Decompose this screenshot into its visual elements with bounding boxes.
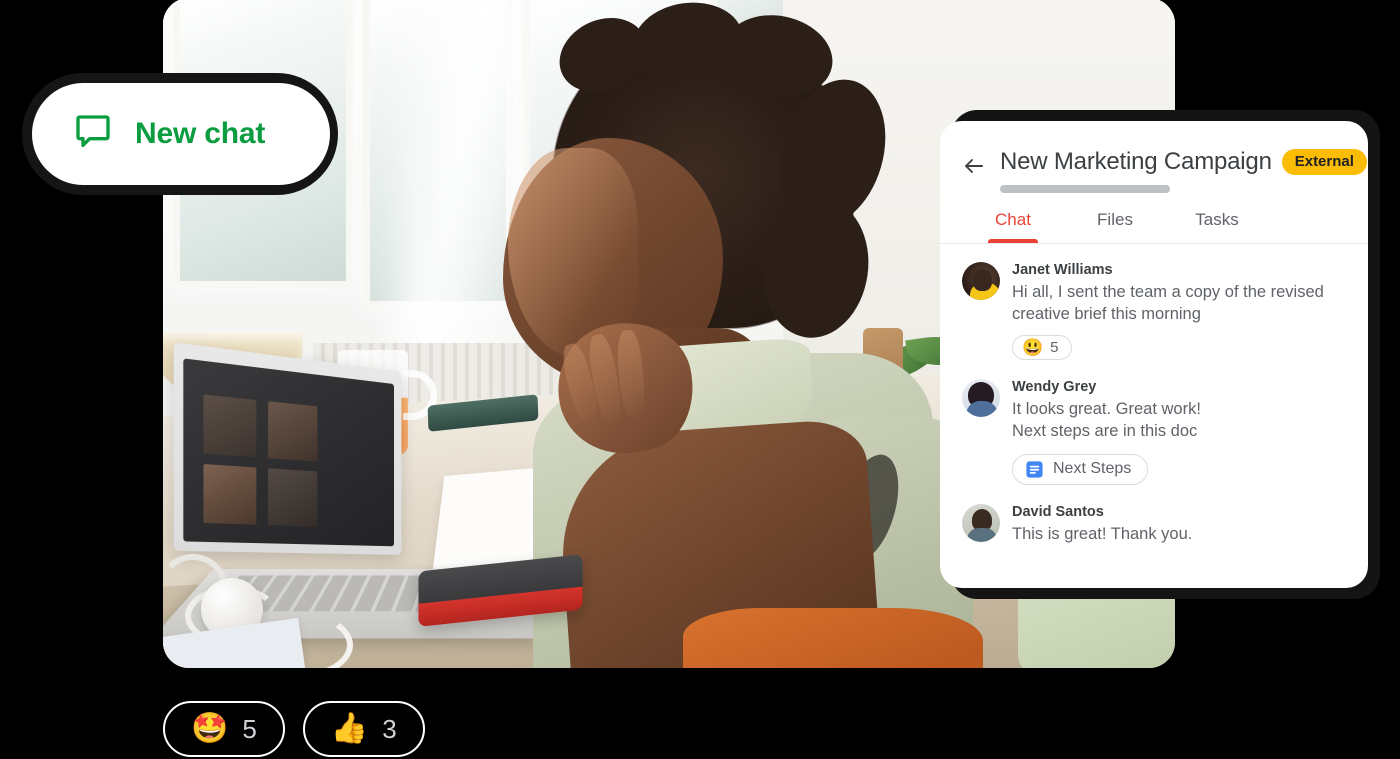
person-pants: [683, 608, 983, 668]
laptop-screen: [173, 342, 402, 555]
message-body: Wendy Grey It looks great. Great work! N…: [1012, 379, 1346, 485]
message-text: It looks great. Great work! Next steps a…: [1012, 399, 1201, 441]
reaction-count: 3: [382, 713, 397, 744]
avatar: [962, 503, 1000, 542]
subtitle-placeholder-bar: [1000, 185, 1170, 193]
video-call-tile: [268, 401, 318, 462]
video-call-tile: [268, 468, 318, 527]
video-call-tile: [203, 394, 257, 458]
reaction-count: 5: [1050, 338, 1059, 356]
avatar: [962, 378, 1000, 417]
google-docs-icon: [1025, 460, 1044, 479]
message-author: David Santos: [1012, 503, 1104, 520]
reaction-pill-thumbs-up[interactable]: 👍 3: [302, 701, 425, 757]
message-body: Janet Williams Hi all, I sent the team a…: [1012, 262, 1346, 360]
grinning-face-emoji: 😃: [1022, 337, 1044, 357]
message-author: Wendy Grey: [1012, 378, 1097, 395]
page-title: New Marketing Campaign: [1000, 148, 1272, 175]
new-chat-button[interactable]: New chat: [32, 83, 330, 185]
tab-files[interactable]: Files: [1064, 210, 1166, 243]
message-item: Wendy Grey It looks great. Great work! N…: [962, 378, 1346, 485]
chat-card-tabs: Chat Files Tasks: [940, 210, 1368, 244]
message-reaction-pill[interactable]: 😃 5: [1012, 334, 1072, 360]
page-root: New chat New Marketing Campaign External…: [0, 0, 1400, 759]
avatar: [962, 262, 1000, 300]
video-call-tile: [203, 463, 257, 525]
chat-card-title-block: New Marketing Campaign External: [1000, 148, 1367, 193]
message-text: This is great! Thank you.: [1012, 524, 1193, 543]
star-struck-emoji: 🤩: [191, 712, 229, 745]
tab-chat[interactable]: Chat: [962, 210, 1064, 243]
chat-card: New Marketing Campaign External Chat Fil…: [940, 121, 1368, 588]
message-body: David Santos This is great! Thank you.: [1012, 504, 1346, 545]
reaction-pill-star-struck[interactable]: 🤩 5: [163, 701, 285, 757]
chat-card-title-row: New Marketing Campaign External: [1000, 148, 1367, 176]
bottom-reaction-bar: 🤩 5 👍 3: [163, 701, 425, 757]
message-item: Janet Williams Hi all, I sent the team a…: [962, 262, 1346, 360]
tab-tasks[interactable]: Tasks: [1166, 210, 1268, 243]
doc-attachment-label: Next Steps: [1053, 460, 1132, 478]
thumbs-up-emoji: 👍: [330, 712, 369, 745]
message-author: Janet Williams: [1012, 262, 1113, 278]
reaction-count: 5: [242, 713, 257, 744]
status-badge: External: [1281, 149, 1367, 175]
message-text: Hi all, I sent the team a copy of the re…: [1012, 283, 1324, 324]
doc-attachment-chip[interactable]: Next Steps: [1012, 453, 1149, 485]
message-item: David Santos This is great! Thank you.: [962, 503, 1346, 545]
new-chat-button-label: New chat: [135, 117, 266, 150]
chat-card-header: New Marketing Campaign External: [940, 121, 1368, 193]
back-arrow-icon[interactable]: [962, 154, 986, 178]
chat-bubble-icon: [73, 112, 113, 157]
message-list: Janet Williams Hi all, I sent the team a…: [940, 244, 1368, 545]
